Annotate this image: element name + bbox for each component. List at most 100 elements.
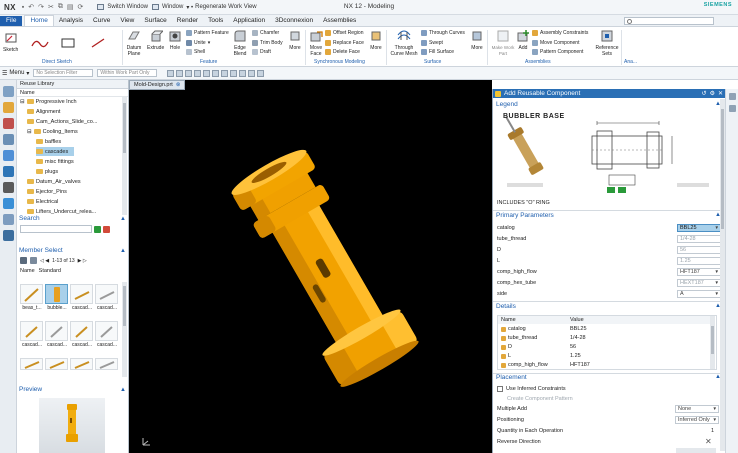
switch-window-button[interactable]: Switch Window xyxy=(97,4,148,10)
snap-icon[interactable] xyxy=(230,69,238,77)
tree-node[interactable]: baffles xyxy=(36,137,61,146)
delete-face-button[interactable]: Delete Face xyxy=(325,49,360,55)
tab-tools[interactable]: Tools xyxy=(203,16,228,26)
member-thumbnail[interactable] xyxy=(20,321,43,341)
edge-blend-button[interactable]: Edge Blend xyxy=(233,29,247,57)
web-browser-icon[interactable] xyxy=(3,166,14,177)
tree-scrollbar[interactable] xyxy=(122,97,127,215)
snap-icon[interactable] xyxy=(176,69,184,77)
snap-icon[interactable] xyxy=(239,69,247,77)
system-scenes-icon[interactable] xyxy=(3,230,14,241)
placement-section-title[interactable]: Placement xyxy=(496,374,527,381)
sketch-button[interactable]: Sketch xyxy=(3,31,18,53)
pin-icon[interactable] xyxy=(729,93,736,100)
legend-next-icon[interactable] xyxy=(618,187,626,193)
use-inferred-row[interactable]: Use Inferred Constraints xyxy=(497,384,719,393)
save-icon[interactable]: ▪ xyxy=(22,4,24,11)
menu-button[interactable]: ☰ Menu ▾ xyxy=(2,70,29,77)
new-parent-button[interactable]: Make Work Part xyxy=(490,29,516,57)
tree-node[interactable]: ⊟ Cooling_Items xyxy=(27,127,78,136)
move-face-button[interactable]: Move Face xyxy=(309,29,323,57)
repeat-icon[interactable]: ⟳ xyxy=(77,3,83,11)
view-mode-icon[interactable] xyxy=(20,257,27,264)
tab-3dconnexion[interactable]: 3Dconnexion xyxy=(270,16,318,26)
comp-high-flow-dropdown[interactable]: HFT187 ▼ xyxy=(677,267,721,276)
collapse-icon[interactable]: ▲ xyxy=(120,248,126,254)
legend-prev-icon[interactable] xyxy=(607,187,615,193)
snap-icon[interactable] xyxy=(203,69,211,77)
snap-icon[interactable] xyxy=(212,69,220,77)
datum-plane-button[interactable]: Datum Plane xyxy=(126,29,142,57)
swept-button[interactable]: Swept xyxy=(421,40,443,46)
use-inferred-checkbox[interactable] xyxy=(497,385,503,392)
member-col-name[interactable]: Name xyxy=(20,268,35,274)
selection-scope-dropdown[interactable]: Within Work Part Only xyxy=(97,69,158,77)
move-component-button[interactable]: Move Component xyxy=(532,40,579,46)
snap-icon[interactable] xyxy=(194,69,202,77)
tree-node[interactable]: Ejector_Pins xyxy=(27,187,67,196)
details-section-title[interactable]: Details xyxy=(496,303,516,310)
member-thumbnail[interactable] xyxy=(20,358,43,370)
member-thumbnail[interactable] xyxy=(95,321,118,341)
legend-section-title[interactable]: Legend xyxy=(496,101,518,108)
ok-button[interactable] xyxy=(676,448,716,453)
chamfer-button[interactable]: Chamfer xyxy=(252,30,279,36)
collapse-icon[interactable]: ▲ xyxy=(120,387,126,393)
reuse-library-icon[interactable] xyxy=(3,134,14,145)
d-field[interactable]: 56 xyxy=(677,245,721,254)
tree-node[interactable]: Cam_Actions_Slide_co... xyxy=(27,117,97,126)
assembly-navigator-icon[interactable] xyxy=(3,102,14,113)
hole-button[interactable]: Hole xyxy=(168,29,182,51)
primary-parameters-title[interactable]: Primary Parameters xyxy=(496,212,554,219)
roles-icon[interactable] xyxy=(3,214,14,225)
table-row[interactable]: catalog BBL25 xyxy=(498,325,710,333)
table-row[interactable]: D 56 xyxy=(498,343,710,351)
member-thumbnail-selected[interactable] xyxy=(45,284,68,304)
snap-icon[interactable] xyxy=(257,69,265,77)
member-thumbnail[interactable] xyxy=(45,358,68,370)
details-col-name[interactable]: Name xyxy=(501,317,516,323)
details-scrollbar[interactable] xyxy=(710,316,715,369)
regenerate-work-view-button[interactable]: Regenerate Work View xyxy=(195,4,256,10)
comp-hex-tube-dropdown[interactable]: HEXT187 ▼ xyxy=(677,278,721,287)
more-feature-button[interactable]: More xyxy=(288,29,302,51)
reference-sets-button[interactable]: Reference Sets xyxy=(594,29,620,57)
member-thumbnail[interactable] xyxy=(95,284,118,304)
reverse-direction-icon[interactable]: ✕ xyxy=(705,437,712,446)
snap-icon[interactable] xyxy=(167,69,175,77)
bubbler-base-model[interactable] xyxy=(129,80,492,453)
table-row[interactable]: comp_high_flow HFT187 xyxy=(498,361,710,369)
part-navigator-icon[interactable] xyxy=(3,86,14,97)
member-thumbnail[interactable] xyxy=(70,284,93,304)
preview-section-header[interactable]: Preview ▲ xyxy=(17,385,129,394)
sketch-curve-icons[interactable] xyxy=(30,36,112,50)
search-section-header[interactable]: Search ▲ xyxy=(17,214,129,223)
tab-application[interactable]: Application xyxy=(228,16,270,26)
process-studio-icon[interactable] xyxy=(3,198,14,209)
cut-icon[interactable]: ✂ xyxy=(48,3,54,11)
tree-node[interactable]: misc fittings xyxy=(36,157,74,166)
member-thumbnail[interactable] xyxy=(20,284,43,304)
filter-icon[interactable] xyxy=(30,257,37,264)
member-select-header[interactable]: Member Select ▲ xyxy=(17,246,129,255)
settings-icon[interactable]: ⚙ xyxy=(710,90,715,97)
tab-file[interactable]: File xyxy=(0,16,23,26)
redo-icon[interactable]: ↷ xyxy=(38,3,44,11)
more-surface-button[interactable]: More xyxy=(470,29,484,51)
undo-icon[interactable]: ↶ xyxy=(28,3,34,11)
table-row[interactable]: L 1.25 xyxy=(498,352,710,360)
members-scrollbar[interactable] xyxy=(122,282,127,377)
tree-node[interactable]: Datum_Air_valves xyxy=(27,177,81,186)
tree-node[interactable]: plugs xyxy=(36,167,58,176)
replace-face-button[interactable]: Replace Face xyxy=(325,40,364,46)
hd3d-tools-icon[interactable] xyxy=(3,150,14,161)
reset-icon[interactable]: ↺ xyxy=(702,90,707,97)
tab-analysis[interactable]: Analysis xyxy=(54,16,88,26)
shell-button[interactable]: Shell xyxy=(186,49,205,55)
collapse-icon[interactable]: ▲ xyxy=(120,216,126,222)
copy-icon[interactable]: ⧉ xyxy=(58,3,63,11)
tree-node[interactable]: ⊟ Progressive Inch xyxy=(20,97,77,106)
pattern-component-button[interactable]: Pattern Component xyxy=(532,49,583,55)
tab-home[interactable]: Home xyxy=(24,15,54,26)
through-curves-button[interactable]: Through Curves xyxy=(421,30,465,36)
